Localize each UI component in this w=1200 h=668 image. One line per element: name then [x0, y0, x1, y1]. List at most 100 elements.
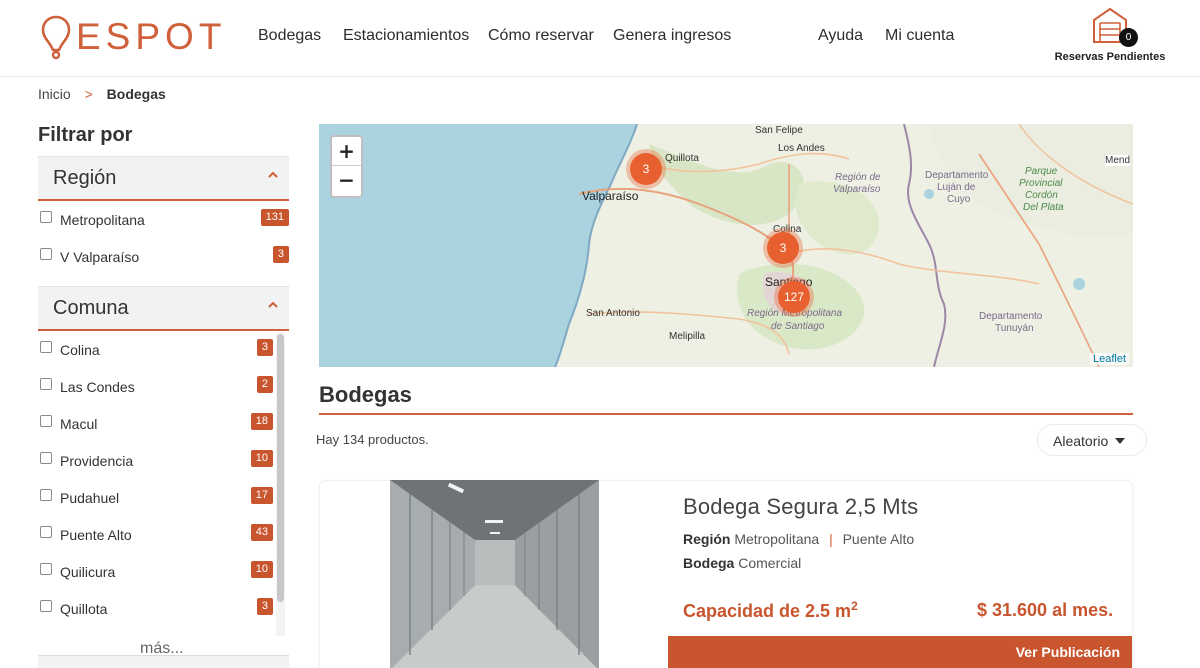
region-value: Metropolitana: [734, 531, 820, 547]
filter-comuna-quilicura[interactable]: Quilicura 10: [38, 561, 289, 585]
filter-heading: Filtrar por: [38, 124, 133, 146]
count-badge: 131: [260, 209, 289, 226]
filter-label: Colina: [60, 342, 100, 358]
nav-genera-ingresos[interactable]: Genera ingresos: [613, 27, 731, 45]
nav-bodegas[interactable]: Bodegas: [258, 27, 321, 45]
cluster-count: 3: [630, 153, 662, 185]
checkbox[interactable]: [40, 341, 52, 353]
filter-region-metropolitana[interactable]: Metropolitana 131: [38, 209, 289, 233]
map-label: Valparaíso: [582, 189, 639, 203]
count-badge: 10: [250, 561, 273, 578]
filter-comuna-macul[interactable]: Macul 18: [38, 413, 289, 437]
count-badge: 3: [272, 246, 289, 263]
map-cluster-marker[interactable]: 3: [763, 228, 803, 268]
checkbox[interactable]: [40, 452, 52, 464]
breadcrumb-home-link[interactable]: Inicio: [38, 86, 71, 102]
zoom-in-button[interactable]: +: [332, 137, 361, 166]
filter-label: V Valparaíso: [60, 249, 140, 265]
site-header: ESPOT Bodegas Estacionamientos Cómo rese…: [0, 0, 1200, 77]
checkbox[interactable]: [40, 211, 52, 223]
location-pin-icon: [41, 15, 71, 60]
map-label: Mend: [1105, 155, 1131, 166]
logo-text: ESPOT: [76, 16, 227, 57]
nav-ayuda[interactable]: Ayuda: [818, 27, 863, 45]
reservas-label: Reservas Pendientes: [1054, 51, 1166, 63]
comuna-scrollbar-thumb[interactable]: [277, 334, 284, 602]
filter-label: Metropolitana: [60, 212, 145, 228]
checkbox[interactable]: [40, 489, 52, 501]
capacity-text: Capacidad de 2.5 m: [683, 601, 852, 621]
section-divider: [319, 413, 1133, 415]
filter-comuna-pudahuel[interactable]: Pudahuel 17: [38, 487, 289, 511]
map-label: Quillota: [665, 153, 699, 164]
breadcrumb-current: Bodegas: [106, 86, 166, 102]
map[interactable]: San Felipe Los Andes Quillota Valparaíso…: [319, 124, 1133, 367]
map-label: Cordón: [1025, 190, 1058, 201]
sort-value: Aleatorio: [1053, 433, 1109, 449]
product-location: Región Metropolitana | Puente Alto: [683, 531, 915, 547]
comuna-value: Puente Alto: [842, 531, 915, 547]
map-label: Departamento: [979, 311, 1043, 322]
map-cluster-marker[interactable]: 127: [774, 277, 814, 317]
cluster-count: 3: [767, 232, 799, 264]
breadcrumb-separator: >: [84, 86, 93, 102]
filter-label: Las Condes: [60, 379, 135, 395]
filter-label: Providencia: [60, 453, 134, 469]
chevron-up-icon: [268, 301, 278, 308]
type-label: Bodega: [683, 555, 735, 571]
products-count: Hay 134 productos.: [316, 432, 429, 447]
filter-label: Pudahuel: [60, 490, 120, 506]
checkbox[interactable]: [40, 600, 52, 612]
zoom-out-button[interactable]: −: [332, 166, 361, 195]
filter-comuna-puente-alto[interactable]: Puente Alto 43: [38, 524, 289, 548]
map-zoom-control: + −: [330, 135, 363, 198]
filter-label: Quillota: [60, 601, 108, 617]
caret-down-icon: [1115, 438, 1125, 444]
espot-logo[interactable]: ESPOT: [40, 14, 226, 60]
product-type: Bodega Comercial: [683, 555, 801, 571]
filter-comuna-quillota[interactable]: Quillota 3: [38, 598, 289, 622]
facet-comuna-title: Comuna: [53, 297, 129, 319]
products-title: Bodegas: [319, 382, 412, 407]
map-label: San Felipe: [755, 125, 803, 136]
map-label: de Santiago: [771, 321, 825, 332]
facet-region-header[interactable]: Región: [38, 156, 289, 201]
product-price: $ 31.600 al mes.: [977, 600, 1114, 620]
nav-mi-cuenta[interactable]: Mi cuenta: [885, 27, 954, 45]
facet-comuna-header[interactable]: Comuna: [38, 286, 289, 331]
map-label: San Antonio: [586, 308, 640, 319]
count-badge: 18: [250, 413, 273, 430]
count-badge: 3: [256, 598, 273, 615]
nav-estacionamientos[interactable]: Estacionamientos: [343, 27, 469, 45]
checkbox[interactable]: [40, 526, 52, 538]
product-photo[interactable]: [390, 480, 599, 668]
map-label: Tunuyán: [995, 323, 1034, 334]
product-title[interactable]: Bodega Segura 2,5 Mts: [683, 494, 918, 520]
map-label: Cuyo: [947, 194, 971, 205]
filter-comuna-providencia[interactable]: Providencia 10: [38, 450, 289, 474]
map-label: Provincial: [1019, 178, 1063, 189]
checkbox[interactable]: [40, 248, 52, 260]
filter-label: Macul: [60, 416, 98, 432]
checkbox[interactable]: [40, 415, 52, 427]
count-badge: 43: [250, 524, 273, 541]
nav-como-reservar[interactable]: Cómo reservar: [488, 27, 594, 45]
checkbox[interactable]: [40, 563, 52, 575]
map-cluster-marker[interactable]: 3: [626, 149, 666, 189]
filter-label: Quilicura: [60, 564, 116, 580]
sort-select[interactable]: Aleatorio: [1037, 424, 1147, 456]
count-badge: 3: [256, 339, 273, 356]
map-label: Parque: [1025, 166, 1058, 177]
map-label: Luján de: [937, 182, 976, 193]
reservas-pendientes-button[interactable]: 0 Reservas Pendientes: [1048, 6, 1172, 63]
next-facet-header: [38, 655, 289, 668]
count-badge: 2: [256, 376, 273, 393]
leaflet-attribution-link[interactable]: Leaflet: [1090, 353, 1130, 365]
filter-label: Puente Alto: [60, 527, 132, 543]
filter-comuna-colina[interactable]: Colina 3: [38, 339, 289, 363]
ver-publicacion-button[interactable]: Ver Publicación: [668, 636, 1132, 668]
checkbox[interactable]: [40, 378, 52, 390]
filter-region-valparaiso[interactable]: V Valparaíso 3: [38, 246, 289, 270]
filter-comuna-las-condes[interactable]: Las Condes 2: [38, 376, 289, 400]
map-label: Región de: [835, 172, 881, 183]
